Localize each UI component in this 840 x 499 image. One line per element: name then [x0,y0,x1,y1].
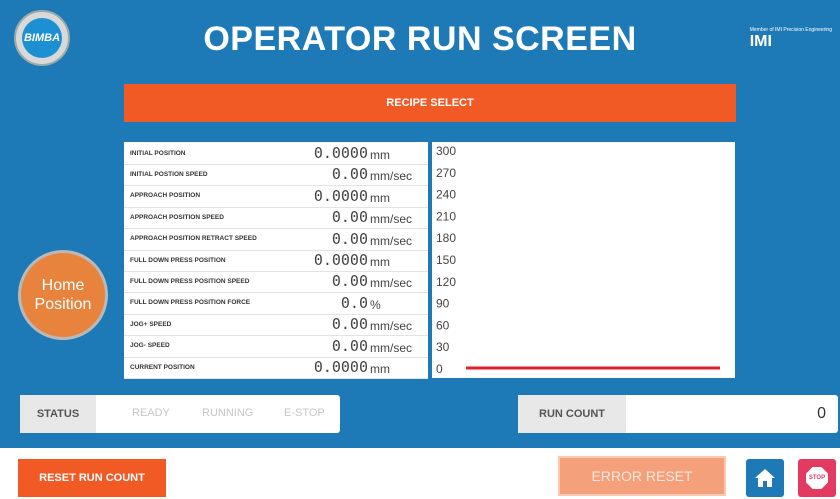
y-tick-label: 30 [436,340,450,354]
stop-label: STOP [808,475,826,481]
status-estop: E-STOP [284,407,325,419]
bimba-logo: BIMBA [14,10,70,66]
parameter-row: INITIAL POSTION SPEED 0.00 mm/sec [124,163,428,187]
parameter-value[interactable]: 0.00 [332,165,368,183]
parameter-label: JOG+ SPEED [130,320,172,328]
y-tick-label: 300 [436,144,456,158]
page-title: OPERATOR RUN SCREEN [203,20,637,58]
home-position-button[interactable]: Home Position [18,250,108,340]
parameter-value[interactable]: 0.0000 [314,358,368,376]
parameter-value[interactable]: 0.0000 [314,187,368,205]
parameter-value[interactable]: 0.00 [332,208,368,226]
parameter-value[interactable]: 0.00 [332,230,368,248]
parameter-row: JOG+ SPEED 0.00 mm/sec [124,313,428,337]
run-count-panel: RUN COUNT 0 [518,395,838,433]
parameter-label: APPROACH POSITION SPEED [130,213,224,221]
parameter-label: JOG- SPEED [130,342,170,350]
parameter-row: APPROACH POSITION SPEED 0.00 mm/sec [124,206,428,230]
parameter-unit: mm [370,190,390,205]
parameter-unit: mm/sec [370,169,412,184]
home-icon [755,469,775,487]
parameter-label: CURRENT POSITION [130,363,195,371]
parameter-unit: mm/sec [370,319,412,334]
parameter-value[interactable]: 0.00 [332,315,368,333]
y-tick-label: 0 [436,362,443,376]
parameter-panel: INITIAL POSITION 0.0000 mm INITIAL POSTION … [124,142,428,379]
y-tick-label: 210 [436,209,456,223]
y-tick-label: 150 [436,253,456,267]
parameter-unit: mm [370,362,390,376]
parameter-unit: mm/sec [370,233,412,248]
status-running: RUNNING [202,407,254,419]
y-tick-label: 90 [436,297,450,311]
parameter-row: INITIAL POSITION 0.0000 mm [124,142,428,165]
imi-brand: IMI [749,33,772,50]
parameter-value[interactable]: 0.0000 [314,144,368,162]
parameter-row: FULL DOWN PRESS POSITION 0.0000 mm [124,249,428,272]
parameter-unit: mm/sec [370,212,412,227]
parameter-unit: mm/sec [370,340,412,355]
parameter-value[interactable]: 0.0000 [314,251,368,269]
error-reset-button[interactable]: ERROR RESET [558,456,726,496]
parameter-row: APPROACH POSITION RETRACT SPEED 0.00 mm/se… [124,228,428,251]
parameter-label: INITIAL POSTION SPEED [130,170,208,178]
stop-icon: STOP [806,467,828,489]
parameter-row: FULL DOWN PRESS POSITION FORCE 0.0% [124,292,428,315]
parameter-value[interactable]: 0.00 [332,272,368,290]
logo-text: BIMBA [22,18,62,58]
imi-logo: Member of IMI Precision Engineering IMI [750,28,832,51]
status-label: STATUS [20,395,96,433]
parameter-value[interactable]: 0.0 [341,294,368,312]
home-button[interactable] [746,459,784,497]
y-tick-label: 60 [436,318,450,332]
run-count-label: RUN COUNT [518,395,626,433]
parameter-label: APPROACH POSITION RETRACT SPEED [130,235,257,243]
parameter-label: FULL DOWN PRESS POSITION SPEED [130,277,250,285]
status-ready: READY [132,407,170,419]
status-panel: STATUS READY RUNNING E-STOP [20,395,340,433]
recipe-select-button[interactable]: RECIPE SELECT [124,84,736,122]
parameter-label: FULL DOWN PRESS POSITION FORCE [130,299,251,307]
position-chart: 300 270 240 210 180 150 120 90 60 30 0 [432,142,735,378]
parameter-row: APPROACH POSITION 0.0000 mm [124,185,428,208]
y-tick-label: 120 [436,275,456,289]
parameter-row: FULL DOWN PRESS POSITION SPEED 0.00 mm/sec [124,270,428,294]
parameter-unit: mm/sec [370,276,412,291]
parameter-label: FULL DOWN PRESS POSITION [130,256,226,264]
parameter-value[interactable]: 0.00 [332,337,368,355]
parameter-label: APPROACH POSITION [130,192,201,200]
parameter-row: CURRENT POSITION 0.0000 mm [124,356,428,379]
run-count-value: 0 [817,405,826,422]
parameter-label: INITIAL POSITION [130,149,186,157]
parameter-row: JOG- SPEED 0.00 mm/sec [124,335,428,358]
chart-svg: 3002702402101801501209060300 [436,144,720,376]
stop-button[interactable]: STOP [798,459,836,497]
y-tick-label: 180 [436,231,456,245]
y-tick-label: 240 [436,188,456,202]
parameter-unit: mm [370,148,390,162]
parameter-unit: mm [370,255,390,269]
operator-screen: BIMBA OPERATOR RUN SCREEN Member of IMI … [0,0,840,448]
y-tick-label: 270 [436,166,456,180]
reset-run-count-button[interactable]: RESET RUN COUNT [18,459,166,497]
parameter-unit: % [370,297,381,312]
